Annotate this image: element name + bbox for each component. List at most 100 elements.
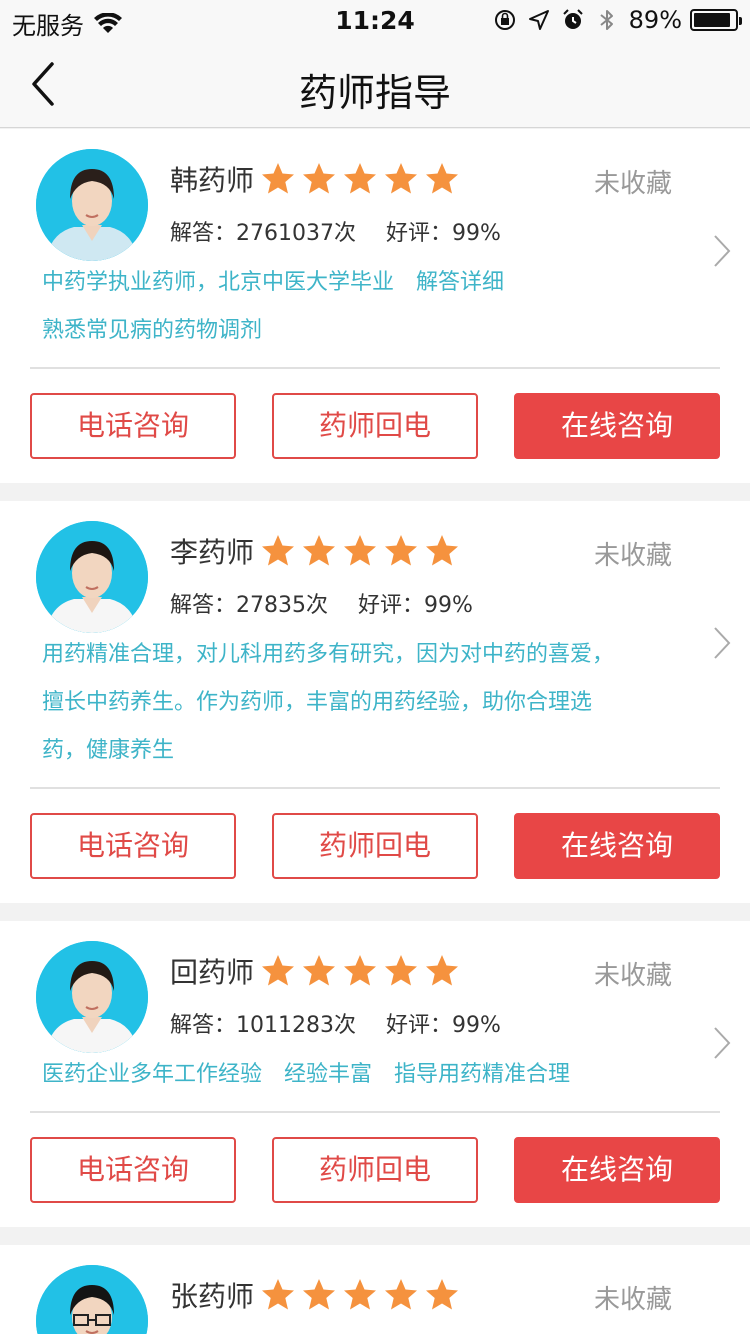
- star-icon: [344, 163, 377, 194]
- answers-count: 27835次: [236, 593, 329, 618]
- star-icon: [262, 535, 295, 566]
- star-icon: [344, 1279, 377, 1310]
- page-title: 药师指导: [298, 71, 451, 115]
- avatar: [36, 941, 148, 1053]
- answers-label: 解答：: [170, 593, 237, 618]
- star-icon: [426, 955, 459, 986]
- card-header: 韩药师 未收藏解答：2761037次 好评：99%: [0, 129, 750, 261]
- chevron-right-icon[interactable]: [712, 625, 732, 661]
- callback-button[interactable]: 药师回电: [272, 1137, 478, 1203]
- callback-button[interactable]: 药师回电: [272, 393, 478, 459]
- pharmacist-card[interactable]: 李药师 未收藏解答：27835次 好评：99% 用药精准合理，对儿科用药多有研究，因为…: [0, 501, 750, 903]
- answers-stat: 解答：27835次: [170, 593, 328, 618]
- phone-consult-button[interactable]: 电话咨询: [30, 813, 236, 879]
- praise-stat: 好评：99%: [386, 221, 501, 246]
- online-consult-button[interactable]: 在线咨询: [514, 393, 720, 459]
- desc-tag: 药，健康养生: [42, 738, 175, 763]
- description: 医药企业多年工作经验 经验丰富 指导用药精准合理: [0, 1049, 750, 1111]
- rating-stars: [260, 953, 465, 989]
- favorite-toggle[interactable]: 未收藏: [594, 163, 672, 200]
- praise-rate: 99%: [452, 1013, 501, 1038]
- desc-tag: 中药学执业药师，北京中医大学毕业: [42, 270, 395, 295]
- status-right: 89%: [493, 6, 742, 34]
- star-icon: [385, 955, 418, 986]
- star-icon: [344, 955, 377, 986]
- battery-cap: [739, 17, 742, 25]
- star-icon: [426, 163, 459, 194]
- rating-stars: [260, 1277, 465, 1313]
- chevron-right-icon[interactable]: [712, 1025, 732, 1061]
- favorite-toggle[interactable]: 未收藏: [594, 1279, 672, 1316]
- phone-consult-button[interactable]: 电话咨询: [30, 393, 236, 459]
- desc-line: 用药精准合理，对儿科用药多有研究，因为对中药的喜爱，: [42, 631, 650, 679]
- answers-count: 2761037次: [236, 221, 356, 246]
- praise-stat: 好评：99%: [358, 593, 473, 618]
- online-consult-button[interactable]: 在线咨询: [514, 1137, 720, 1203]
- answers-label: 解答：: [170, 1013, 237, 1038]
- action-buttons: 电话咨询 药师回电 在线咨询: [0, 789, 750, 903]
- avatar: [36, 521, 148, 633]
- battery-icon: [690, 9, 742, 31]
- battery-percent: 89%: [628, 6, 682, 34]
- action-buttons: 电话咨询 药师回电 在线咨询: [0, 1113, 750, 1227]
- praise-label: 好评：: [386, 221, 453, 246]
- navigation-bar: 药师指导: [0, 40, 750, 128]
- card-header: 李药师 未收藏解答：27835次 好评：99%: [0, 501, 750, 633]
- card-header: 回药师 未收藏解答：1011283次 好评：99%: [0, 921, 750, 1053]
- callback-button[interactable]: 药师回电: [272, 813, 478, 879]
- praise-label: 好评：: [386, 1013, 453, 1038]
- location-icon: [528, 10, 549, 30]
- pharmacist-name: 回药师: [170, 956, 255, 989]
- favorite-toggle[interactable]: 未收藏: [594, 955, 672, 992]
- pharmacist-card[interactable]: 张药师未收藏解答：301244次好评：97%: [0, 1245, 750, 1334]
- action-buttons: 电话咨询 药师回电 在线咨询: [0, 369, 750, 483]
- pharmacist-name: 韩药师: [170, 164, 255, 197]
- star-icon: [426, 1279, 459, 1310]
- pharmacist-name: 李药师: [170, 536, 255, 569]
- answers-count: 1011283次: [236, 1013, 356, 1038]
- rotation-lock-icon: [494, 10, 515, 30]
- phone-consult-button[interactable]: 电话咨询: [30, 1137, 236, 1203]
- chevron-right-icon[interactable]: [712, 233, 732, 269]
- star-icon: [262, 955, 295, 986]
- status-bar: 无服务 11:24 89%: [0, 0, 750, 40]
- pharmacist-name: 张药师: [170, 1280, 255, 1313]
- desc-tag: 熟悉常见病的药物调剂: [42, 318, 263, 343]
- stats-row: 解答：27835次 好评：99%: [170, 587, 503, 619]
- rating-stars: [260, 533, 465, 569]
- star-icon: [385, 163, 418, 194]
- answers-label: 解答：: [170, 221, 237, 246]
- star-icon: [262, 1279, 295, 1310]
- avatar: [36, 149, 148, 261]
- star-icon: [262, 163, 295, 194]
- online-consult-button[interactable]: 在线咨询: [514, 813, 720, 879]
- desc-tag: 用药精准合理，对儿科用药多有研究，因为对中药的喜爱，: [42, 642, 615, 667]
- desc-tag: 解答详细: [416, 270, 505, 295]
- answers-stat: 解答：2761037次: [170, 221, 356, 246]
- praise-label: 好评：: [358, 593, 425, 618]
- name-row: 张药师: [170, 1275, 465, 1315]
- star-icon: [344, 535, 377, 566]
- pharmacist-card[interactable]: 回药师 未收藏解答：1011283次 好评：99% 医药企业多年工作经验 经验丰富 指导用…: [0, 921, 750, 1227]
- card-header: 张药师未收藏解答：301244次好评：97%: [0, 1245, 750, 1334]
- battery-level: [694, 13, 730, 27]
- stats-row: 解答：1011283次 好评：99%: [170, 1007, 531, 1039]
- description: 用药精准合理，对儿科用药多有研究，因为对中药的喜爱， 擅长中药养生。作为药师，丰富…: [0, 629, 750, 787]
- pharmacist-card[interactable]: 韩药师 未收藏 解答：2761037次 好评：99% 中药学执业药师，北京中医大学毕业解…: [0, 129, 750, 483]
- desc-line: 熟悉常见病的药物调剂: [42, 307, 650, 355]
- desc-tag: 经验丰富: [284, 1062, 373, 1087]
- answers-stat: 解答：1011283次: [170, 1013, 356, 1038]
- star-icon: [303, 955, 336, 986]
- favorite-toggle[interactable]: 未收藏: [594, 535, 672, 572]
- name-row: 韩药师: [170, 159, 465, 199]
- pharmacist-list: 韩药师 未收藏 解答：2761037次 好评：99% 中药学执业药师，北京中医大学毕业解…: [0, 129, 750, 1334]
- star-icon: [303, 535, 336, 566]
- avatar: [36, 1265, 148, 1334]
- desc-line: 中药学执业药师，北京中医大学毕业 解答详细: [42, 259, 650, 307]
- bluetooth-icon: [600, 10, 613, 30]
- praise-stat: 好评：99%: [386, 1013, 501, 1038]
- desc-line: 擅长中药养生。作为药师，丰富的用药经验，助你合理选: [42, 679, 650, 727]
- name-row: 回药师: [170, 951, 465, 991]
- rating-stars: [260, 161, 465, 197]
- star-icon: [385, 1279, 418, 1310]
